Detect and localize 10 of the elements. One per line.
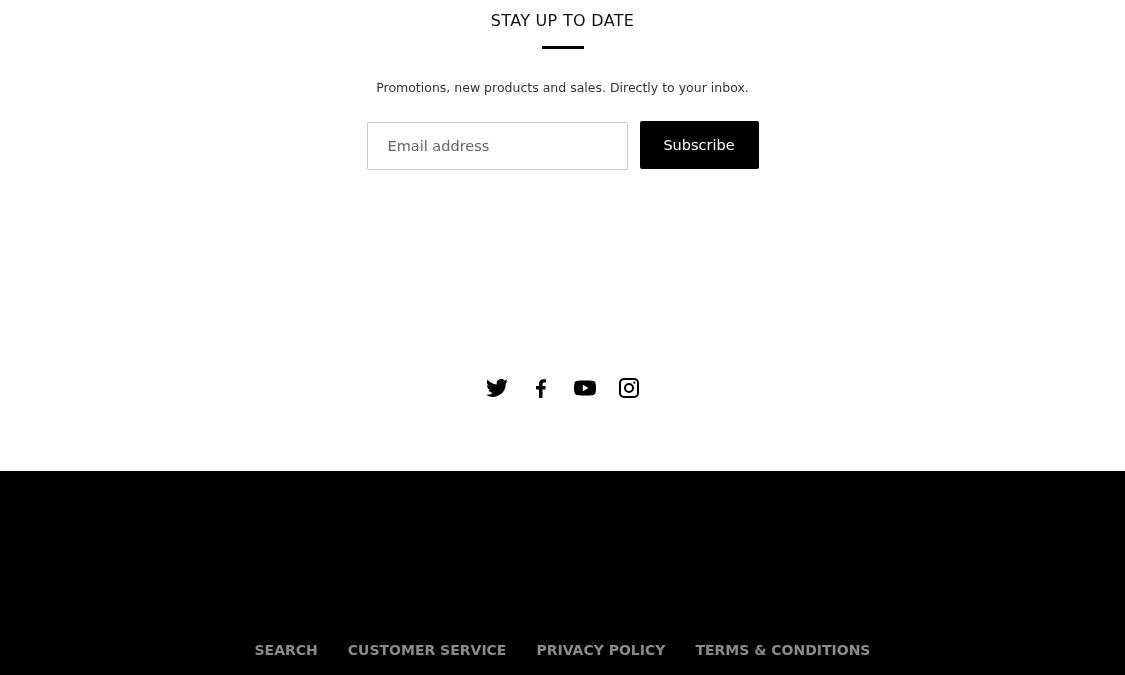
subscribe-button[interactable]: Subscribe bbox=[639, 121, 759, 169]
twitter-bird-icon[interactable] bbox=[484, 376, 509, 400]
tagline-text: Promotions, new products and sales. Directly to your inbox. bbox=[376, 80, 749, 95]
footer-link[interactable]: SEARCH bbox=[254, 642, 318, 658]
email-field[interactable]: Email address bbox=[366, 122, 628, 170]
footer-link[interactable]: TERMS & CONDITIONS bbox=[695, 642, 871, 658]
camera-icon[interactable] bbox=[616, 376, 641, 400]
section-title: STAY UP TO DATE bbox=[490, 11, 635, 30]
footer-link[interactable]: CUSTOMER SERVICE bbox=[347, 642, 507, 658]
footer-link[interactable]: PRIVACY POLICY bbox=[536, 642, 666, 658]
